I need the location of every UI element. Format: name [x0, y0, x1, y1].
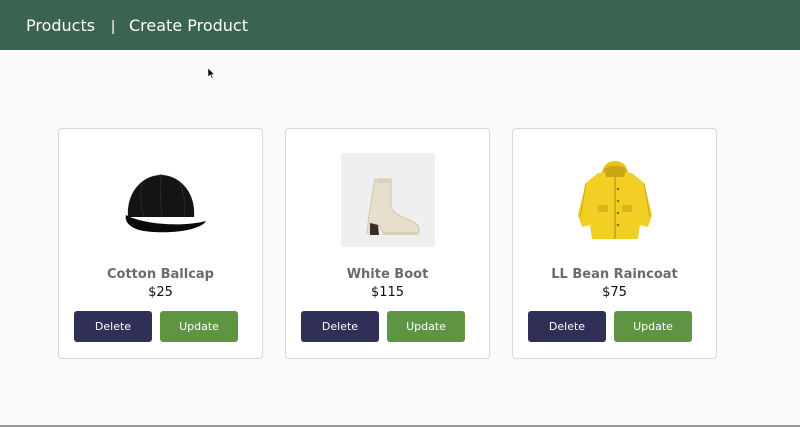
update-button[interactable]: Update [160, 311, 238, 342]
black-cap-icon [125, 174, 206, 233]
delete-button[interactable]: Delete [301, 311, 379, 342]
product-image [114, 153, 208, 247]
product-price: $115 [370, 285, 405, 300]
product-card: White Boot $115 Delete Update [285, 128, 490, 359]
white-boot-icon [365, 178, 419, 235]
update-button[interactable]: Update [387, 311, 465, 342]
product-image [340, 153, 435, 247]
delete-button[interactable]: Delete [74, 311, 152, 342]
product-title: Cotton Ballcap [107, 267, 214, 282]
product-title: LL Bean Raincoat [551, 267, 678, 282]
yellow-raincoat-icon [577, 161, 652, 239]
mouse-cursor-icon [208, 68, 216, 79]
product-title: White Boot [346, 267, 429, 282]
product-image [568, 153, 662, 247]
product-price: $75 [602, 285, 627, 300]
update-button[interactable]: Update [614, 311, 692, 342]
product-price: $25 [148, 285, 173, 300]
delete-button[interactable]: Delete [528, 311, 606, 342]
nav-create-product-link[interactable]: Create Product [129, 16, 248, 35]
nav-separator: | [111, 17, 115, 35]
nav-products-link[interactable]: Products [26, 16, 95, 35]
top-navbar: Products | Create Product [0, 0, 800, 50]
product-card: Cotton Ballcap $25 Delete Update [58, 128, 263, 359]
product-card: LL Bean Raincoat $75 Delete Update [512, 128, 717, 359]
